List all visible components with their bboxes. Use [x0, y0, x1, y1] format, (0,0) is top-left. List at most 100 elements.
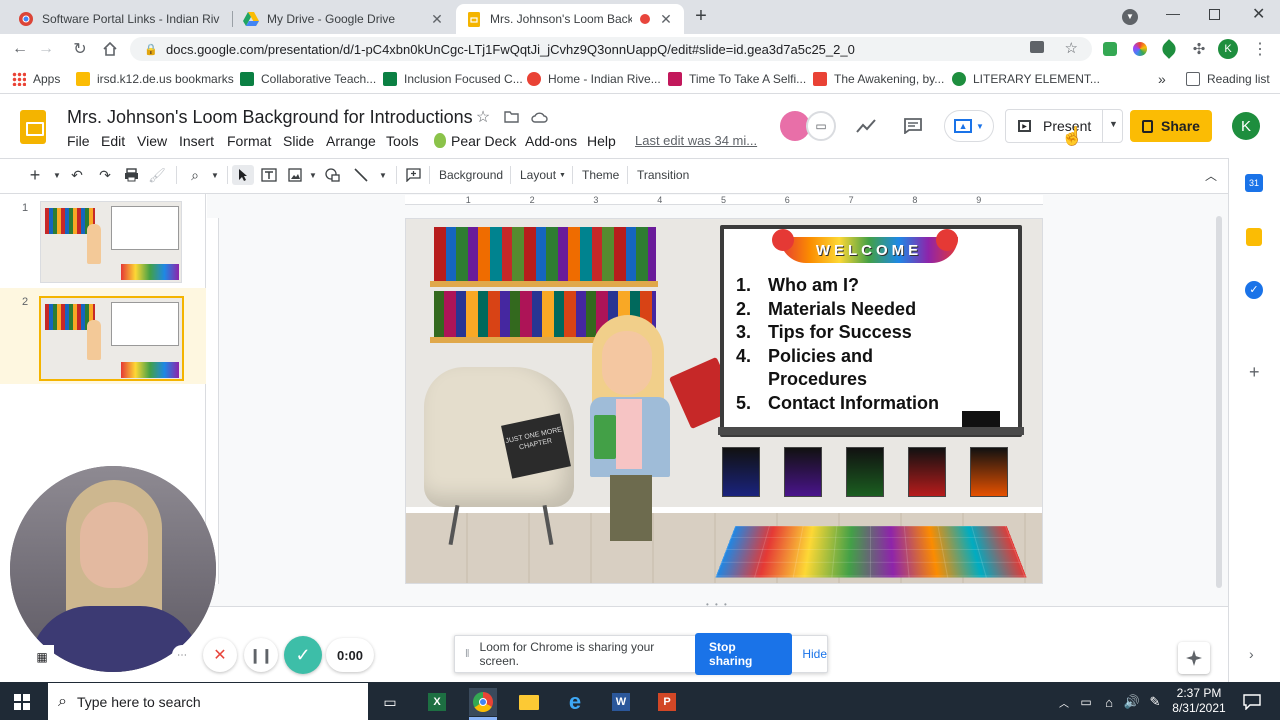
tab-search-icon[interactable]: ▼ [1122, 9, 1138, 25]
taskbar-search-box[interactable]: ⌕ Type here to search [48, 683, 368, 720]
windows-start-icon[interactable] [8, 688, 36, 716]
menu-file[interactable]: File [67, 133, 90, 149]
document-title[interactable]: Mrs. Johnson's Loom Background for Intro… [67, 107, 473, 128]
new-slide-plus-icon[interactable]: + [24, 165, 46, 185]
cloud-status-icon[interactable] [530, 108, 548, 126]
menu-view[interactable]: View [137, 133, 167, 149]
loom-menu-icon[interactable]: ▦ [30, 645, 54, 669]
undo-icon[interactable]: ↶ [66, 165, 88, 185]
taskbar-clock[interactable]: 2:37 PM 8/31/2021 [1168, 686, 1230, 716]
menu-format[interactable]: Format [227, 133, 271, 149]
move-folder-icon[interactable] [502, 108, 520, 126]
new-slide-chevron-icon[interactable]: ▼ [46, 165, 68, 185]
comments-icon[interactable] [901, 114, 925, 138]
collapse-toolbar-chevron-icon[interactable]: ︿ [1200, 165, 1222, 185]
loom-more-icon[interactable]: ⋯ [172, 645, 192, 665]
meet-present-button[interactable]: ▲ ▼ [944, 110, 994, 142]
menu-slide[interactable]: Slide [283, 133, 314, 149]
print-icon[interactable] [120, 165, 142, 185]
loom-camera-bubble[interactable] [10, 466, 216, 672]
share-button[interactable]: Share [1130, 110, 1212, 142]
bookmark-star-icon[interactable]: ☆ [1065, 39, 1078, 57]
account-avatar[interactable]: K [1232, 112, 1260, 140]
more-bookmarks-button[interactable]: » [1158, 70, 1166, 88]
add-comment-icon[interactable] [402, 165, 424, 185]
edge-icon[interactable]: e [561, 688, 589, 716]
bookmark-literary[interactable]: LITERARY ELEMENT... [952, 70, 1100, 88]
image-chevron-icon[interactable]: ▼ [302, 165, 324, 185]
pen-icon[interactable]: ✎ [1141, 688, 1169, 716]
line-icon[interactable] [350, 165, 372, 185]
line-chevron-icon[interactable]: ▼ [372, 165, 394, 185]
layout-button[interactable]: Layout ▼ [520, 165, 566, 185]
transition-button[interactable]: Transition [637, 165, 689, 185]
notifications-icon[interactable] [1238, 688, 1266, 716]
extension-leaf-icon[interactable] [1159, 39, 1179, 59]
extension-color-icon[interactable] [1130, 39, 1150, 59]
canvas-scrollbar[interactable] [1216, 216, 1222, 588]
menu-help[interactable]: Help [587, 133, 616, 149]
activity-trend-icon[interactable] [854, 114, 878, 138]
new-tab-button[interactable]: + [692, 6, 710, 26]
paint-format-icon[interactable]: 🖌 [146, 165, 168, 185]
slides-logo-icon[interactable] [20, 110, 46, 144]
get-addons-plus-icon[interactable]: + [1249, 362, 1260, 383]
browser-menu-icon[interactable]: ⋮ [1250, 39, 1270, 59]
present-options-chevron-icon[interactable]: ▼ [1109, 119, 1118, 129]
tasks-icon[interactable]: ✓ [1245, 281, 1263, 299]
bookmark-awakening[interactable]: The Awakening, by... [813, 70, 944, 88]
loom-finish-button[interactable]: ✓ [284, 636, 322, 674]
menu-edit[interactable]: Edit [101, 133, 125, 149]
bookmark-selfie[interactable]: Time To Take A Selfi... [668, 70, 806, 88]
hide-sharing-bar-button[interactable]: Hide [802, 647, 827, 661]
menu-tools[interactable]: Tools [386, 133, 419, 149]
reading-list-button[interactable]: Reading list [1186, 70, 1270, 88]
tab-close-icon[interactable]: ✕ [429, 11, 445, 28]
text-box-icon[interactable] [258, 165, 280, 185]
tab-close-icon[interactable]: ✕ [658, 11, 674, 28]
bookmark-collaborative[interactable]: Collaborative Teach... [240, 70, 376, 88]
powerpoint-icon[interactable]: P [653, 688, 681, 716]
excel-icon[interactable]: X [423, 688, 451, 716]
select-cursor-icon[interactable] [232, 165, 254, 185]
back-arrow-icon[interactable]: ← [8, 38, 32, 60]
bookmark-inclusion[interactable]: Inclusion Focused C... [383, 70, 523, 88]
home-icon[interactable] [98, 38, 122, 60]
redo-icon[interactable]: ↷ [94, 165, 116, 185]
task-view-icon[interactable]: ▭ [376, 688, 404, 716]
zoom-icon[interactable]: ⌕ [184, 165, 206, 185]
menu-arrange[interactable]: Arrange [326, 133, 376, 149]
theme-button[interactable]: Theme [582, 165, 619, 185]
tab-my-drive[interactable]: My Drive - Google Drive ✕ [233, 4, 455, 34]
loom-cancel-button[interactable]: ✕ [203, 638, 237, 672]
background-button[interactable]: Background [439, 165, 503, 185]
zoom-chevron-icon[interactable]: ▼ [204, 165, 226, 185]
explore-button[interactable] [1178, 642, 1210, 674]
menu-add-ons[interactable]: Add-ons [525, 133, 577, 149]
forward-arrow-icon[interactable]: → [34, 38, 58, 60]
last-edit-link[interactable]: Last edit was 34 mi... [635, 133, 757, 148]
address-bar[interactable]: 🔒 docs.google.com/presentation/d/1-pC4xb… [130, 37, 1092, 61]
shape-icon[interactable] [322, 165, 344, 185]
tab-loom-background[interactable]: Mrs. Johnson's Loom Backgr ✕ [456, 4, 684, 34]
extension-green-icon[interactable] [1100, 39, 1120, 59]
keep-icon[interactable] [1246, 228, 1262, 246]
bookmark-irsd[interactable]: irsd.k12.de.us bookmarks [76, 70, 234, 88]
close-window-icon[interactable]: ✕ [1252, 4, 1265, 24]
calendar-icon[interactable]: 31 [1245, 174, 1263, 192]
restore-icon[interactable] [1209, 9, 1220, 20]
show-side-panel-chevron-icon[interactable]: › [1249, 646, 1254, 662]
stop-sharing-button[interactable]: Stop sharing [695, 633, 793, 675]
slide-thumbnail-2[interactable] [39, 296, 184, 381]
reload-icon[interactable]: ↻ [68, 38, 92, 60]
minimize-icon[interactable]: — [1166, 5, 1180, 21]
bookmark-home-indian-river[interactable]: Home - Indian Rive... [527, 70, 661, 88]
word-icon[interactable]: W [607, 688, 635, 716]
menu-pear-deck[interactable]: Pear Deck [451, 133, 516, 149]
menu-insert[interactable]: Insert [179, 133, 214, 149]
tab-software-portal[interactable]: Software Portal Links - Indian Riv [8, 4, 232, 34]
file-explorer-icon[interactable] [515, 688, 543, 716]
collaborator-presence-icon[interactable]: ▭ [806, 111, 836, 141]
profile-avatar-icon[interactable]: K [1218, 39, 1238, 59]
slide-canvas[interactable]: JUST ONE MORE CHAPTER WELCOME 1. Who am I… [405, 218, 1043, 584]
